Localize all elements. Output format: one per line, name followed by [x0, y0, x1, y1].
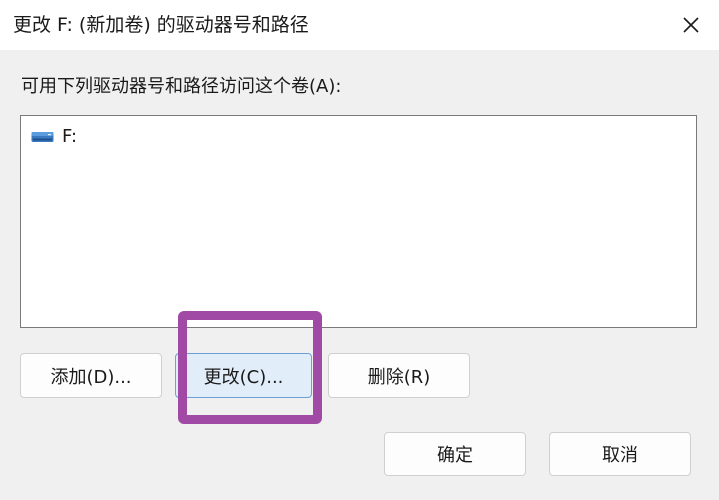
remove-button[interactable]: 删除(R)	[328, 353, 470, 398]
drive-path-list[interactable]: F:	[20, 115, 697, 328]
close-icon	[683, 17, 699, 33]
window-title: 更改 F: (新加卷) 的驱动器号和路径	[13, 14, 309, 36]
ok-button[interactable]: 确定	[384, 432, 526, 476]
add-button[interactable]: 添加(D)...	[20, 353, 162, 398]
list-item-label: F:	[62, 126, 78, 147]
drive-icon	[31, 132, 54, 142]
title-bar: 更改 F: (新加卷) 的驱动器号和路径	[0, 0, 719, 50]
change-button[interactable]: 更改(C)...	[175, 353, 312, 398]
cancel-button[interactable]: 取消	[549, 432, 691, 476]
list-item-drive-f[interactable]: F:	[31, 124, 77, 150]
list-prompt-label: 可用下列驱动器号和路径访问这个卷(A):	[21, 76, 342, 97]
close-button[interactable]	[676, 10, 706, 40]
